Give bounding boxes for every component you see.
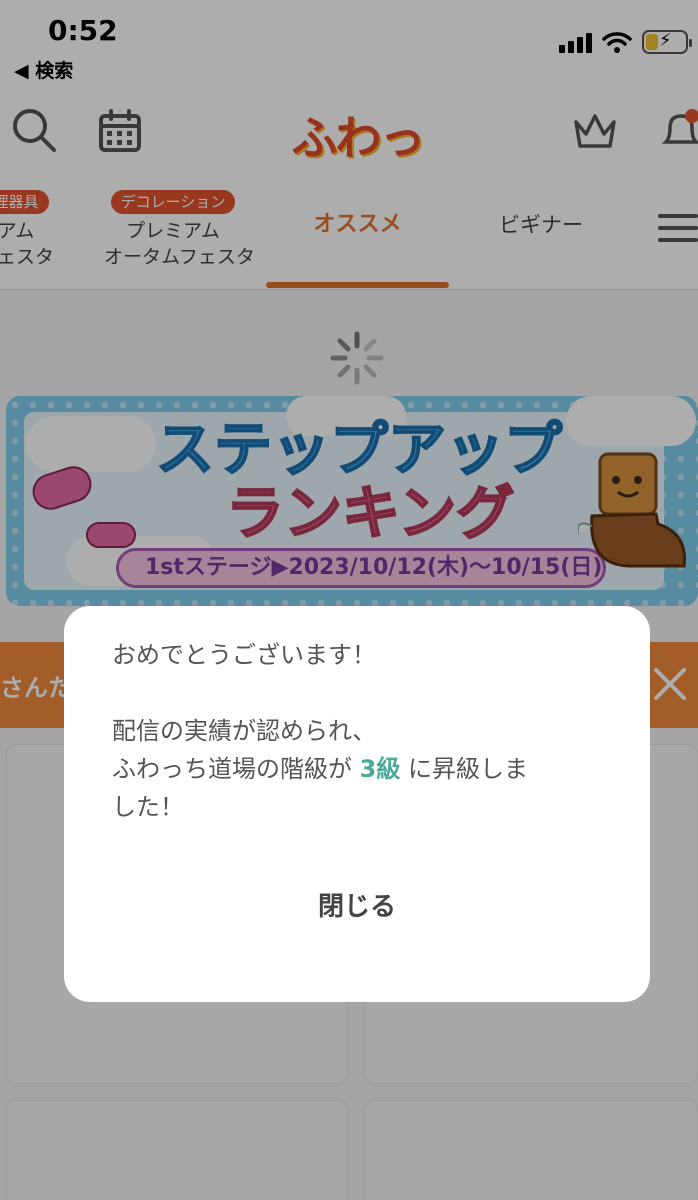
dialog-reason: 配信の実績が認められ、 (112, 717, 377, 745)
dialog-message: おめでとうございます！ 配信の実績が認められ、 ふわっち道場の階級が 3級 に昇… (112, 636, 602, 826)
modal-backdrop[interactable] (0, 0, 698, 1200)
dialog-rank-prefix: ふわっち道場の階級が (112, 755, 360, 783)
dialog-rank-suffix: に昇級しま (400, 755, 528, 783)
dialog-rank-end: した！ (112, 793, 184, 821)
dialog-spacer (112, 674, 602, 712)
dialog-congrats: おめでとうございます！ (112, 641, 376, 669)
dialog-rank-line: ふわっち道場の階級が 3級 に昇級しま (112, 750, 602, 788)
close-button[interactable]: 閉じる (257, 876, 457, 932)
promotion-dialog: おめでとうございます！ 配信の実績が認められ、 ふわっち道場の階級が 3級 に昇… (64, 606, 650, 1002)
rank-highlight: 3級 (359, 755, 401, 783)
